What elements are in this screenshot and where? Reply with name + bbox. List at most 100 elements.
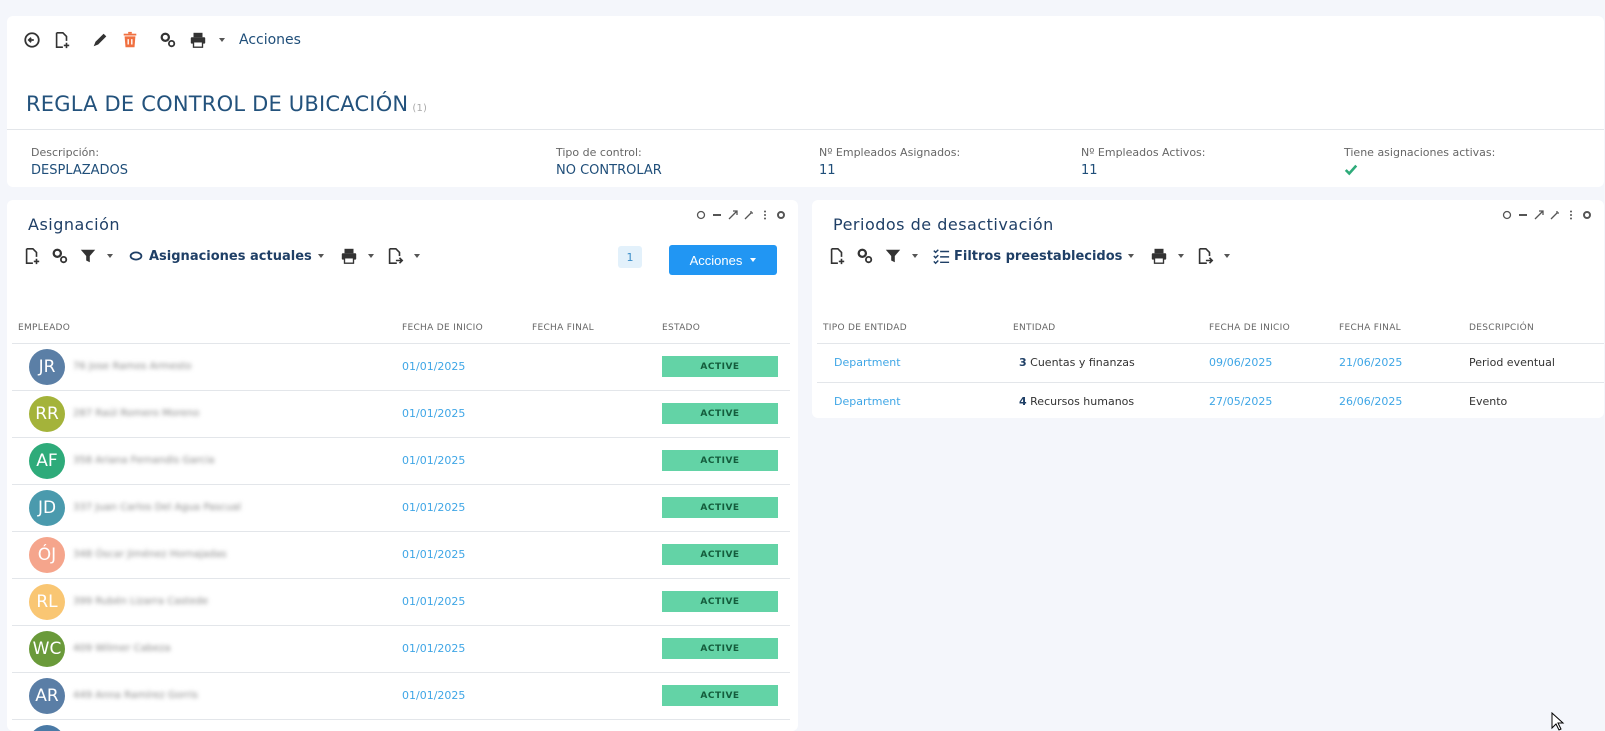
- panel-tools: [696, 210, 786, 220]
- delete-icon[interactable]: [119, 29, 141, 51]
- entity-type-link[interactable]: Department: [834, 356, 901, 369]
- expand-icon[interactable]: [1534, 210, 1544, 220]
- status-badge: ACTIVE: [662, 497, 778, 518]
- field-descripcion: Descripción: DESPLAZADOS: [31, 146, 129, 178]
- refresh-icon[interactable]: [696, 210, 706, 220]
- refresh-icon[interactable]: [1502, 210, 1512, 220]
- table-row[interactable]: AR 449 Anna Ramírez Gorris 01/01/2025 ACTIV…: [12, 672, 790, 720]
- asignacion-toolbar: Asignaciones actuales: [21, 244, 420, 268]
- start-date: 27/05/2025: [1209, 395, 1273, 408]
- table-row[interactable]: JR 76 Jose Ramos Armesto 01/01/2025 ACTIVE: [12, 343, 790, 391]
- new-document-icon[interactable]: [51, 29, 73, 51]
- table-row[interactable]: Department 4 Recursos humanos 27/05/2025 26…: [817, 382, 1604, 418]
- filtros-preestablecidos-filter[interactable]: Filtros preestablecidos: [932, 247, 1135, 265]
- filter-caret-icon[interactable]: [107, 254, 113, 258]
- print-icon[interactable]: [1148, 245, 1170, 267]
- more-icon[interactable]: [760, 210, 770, 220]
- new-document-icon[interactable]: [21, 245, 43, 267]
- print-caret-icon[interactable]: [219, 38, 225, 42]
- export-caret-icon[interactable]: [413, 254, 420, 258]
- desactivacion-title: Periodos de desactivación: [833, 215, 1054, 234]
- entity-number: 3: [1019, 356, 1027, 369]
- table-row[interactable]: WC 409 Wilmer Cabeza 01/01/2025 ACTIVE: [12, 625, 790, 673]
- status-badge: ACTIVE: [662, 591, 778, 612]
- start-date: 01/01/2025: [402, 360, 466, 373]
- entity-type-link[interactable]: Department: [834, 395, 901, 408]
- print-icon[interactable]: [187, 29, 209, 51]
- employee-name[interactable]: 287 Raúl Romero Moreno: [73, 408, 199, 419]
- description: Period eventual: [1469, 356, 1555, 369]
- export-icon[interactable]: [1194, 245, 1216, 267]
- col-empleado[interactable]: EMPLEADO: [12, 313, 402, 344]
- export-icon[interactable]: [384, 245, 406, 267]
- field-empleados-asignados: Nº Empleados Asignados: 11: [819, 146, 961, 178]
- new-document-icon[interactable]: [826, 245, 848, 267]
- employee-name[interactable]: 76 Jose Ramos Armesto: [73, 361, 192, 372]
- status-badge: ACTIVE: [662, 356, 778, 377]
- asignaciones-actuales-filter[interactable]: Asignaciones actuales: [127, 247, 324, 265]
- field-empleados-activos: Nº Empleados Activos: 11: [1081, 146, 1206, 178]
- table-row[interactable]: JD 337 Juan Carlos Del Agua Pascual 01/01/…: [12, 484, 790, 532]
- start-date: 01/01/2025: [402, 454, 466, 467]
- table-row[interactable]: ÓJ 348 Óscar Jiménez Hornajadas 01/01/2025…: [12, 531, 790, 579]
- filter-caret-icon[interactable]: [912, 254, 918, 258]
- print-caret-icon[interactable]: [367, 254, 374, 258]
- table-row[interactable]: Department 3 Cuentas y finanzas 09/06/2025…: [817, 343, 1604, 383]
- table-row[interactable]: RR 287 Raúl Romero Moreno 01/01/2025 ACTIVE: [12, 390, 790, 438]
- entity-name: Cuentas y finanzas: [1030, 356, 1135, 369]
- mouse-cursor-icon: [1551, 712, 1565, 731]
- employee-name[interactable]: 409 Wilmer Cabeza: [73, 643, 171, 654]
- minimize-icon[interactable]: [1518, 210, 1528, 220]
- field-tipo-control: Tipo de control: NO CONTROLAR: [556, 146, 662, 178]
- filter-icon[interactable]: [882, 245, 904, 267]
- col-estado[interactable]: ESTADO: [662, 313, 790, 344]
- settings-icon[interactable]: [854, 245, 876, 267]
- col-entidad[interactable]: ENTIDAD: [1013, 313, 1209, 344]
- employee-name[interactable]: 348 Óscar Jiménez Hornajadas: [73, 549, 226, 560]
- col-fecha-final[interactable]: FECHA FINAL: [532, 313, 662, 344]
- settings-icon[interactable]: [157, 29, 179, 51]
- more-icon[interactable]: [1566, 210, 1576, 220]
- avatar: WC: [29, 630, 65, 667]
- actions-menu[interactable]: Acciones: [239, 32, 301, 48]
- entity-number: 4: [1019, 395, 1027, 408]
- acciones-button[interactable]: Acciones: [669, 245, 777, 275]
- employee-name[interactable]: 399 Rubén Lizarra Castede: [73, 596, 208, 607]
- employee-name[interactable]: 337 Juan Carlos Del Agua Pascual: [73, 502, 241, 513]
- avatar: RR: [29, 395, 65, 432]
- avatar: JR: [29, 348, 65, 385]
- page-count-badge[interactable]: 1: [618, 246, 642, 268]
- filter-icon[interactable]: [77, 245, 99, 267]
- gear-icon[interactable]: [776, 210, 786, 220]
- employee-name[interactable]: 358 Ariana Fernandis Garcia: [73, 455, 215, 466]
- minimize-icon[interactable]: [712, 210, 722, 220]
- avatar: RL: [29, 583, 65, 620]
- status-badge: ACTIVE: [662, 403, 778, 424]
- main-toolbar: Acciones: [21, 28, 301, 52]
- print-caret-icon[interactable]: [1178, 254, 1185, 258]
- check-icon: [1344, 164, 1358, 176]
- status-badge: ACTIVE: [662, 450, 778, 471]
- settings-icon[interactable]: [49, 245, 71, 267]
- employee-name[interactable]: 449 Anna Ramírez Gorris: [73, 690, 198, 701]
- gear-icon[interactable]: [1582, 210, 1592, 220]
- table-row[interactable]: CL455 Claudia López Alonso01/01/2025ACTI…: [12, 719, 790, 731]
- col-fecha-final[interactable]: FECHA FINAL: [1339, 313, 1469, 344]
- back-icon[interactable]: [21, 29, 43, 51]
- col-fecha-inicio[interactable]: FECHA DE INICIO: [402, 313, 532, 344]
- asignacion-table: EMPLEADO FECHA DE INICIO FECHA FINAL EST…: [12, 313, 790, 731]
- export-caret-icon[interactable]: [1224, 254, 1231, 258]
- col-tipo-entidad[interactable]: TIPO DE ENTIDAD: [817, 313, 1013, 344]
- edit-icon[interactable]: [89, 29, 111, 51]
- col-descripcion[interactable]: DESCRIPCIÓN: [1469, 313, 1604, 344]
- print-icon[interactable]: [338, 245, 360, 267]
- table-row[interactable]: AF 358 Ariana Fernandis Garcia 01/01/2025 A…: [12, 437, 790, 485]
- desactivacion-panel: Periodos de desactivación Filtros preest…: [812, 200, 1604, 418]
- magic-icon[interactable]: [744, 210, 754, 220]
- table-row[interactable]: RL 399 Rubén Lizarra Castede 01/01/2025 ACT…: [12, 578, 790, 626]
- expand-icon[interactable]: [728, 210, 738, 220]
- asignacion-panel: Asignación Asignaciones actuales 1 Accio…: [7, 200, 798, 731]
- col-fecha-inicio[interactable]: FECHA DE INICIO: [1209, 313, 1339, 344]
- avatar: CL: [29, 724, 65, 731]
- magic-icon[interactable]: [1550, 210, 1560, 220]
